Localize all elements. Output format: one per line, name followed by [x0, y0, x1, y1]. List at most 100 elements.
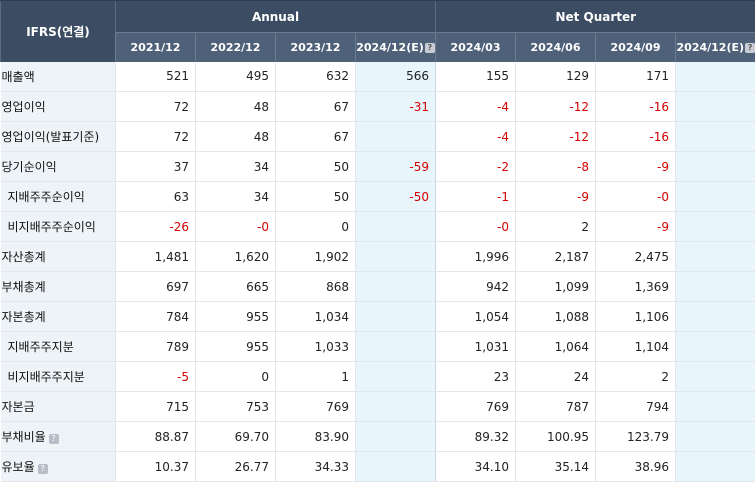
- annual-value-cell: [354, 451, 436, 482]
- quarter-value-cell: 38.96: [595, 451, 676, 482]
- annual-value-cell: -26: [115, 211, 196, 242]
- table-row: 부채총계 697 665 868 942 1,099 1,369: [0, 271, 755, 302]
- quarter-value-cell: 787: [515, 391, 596, 422]
- ifrs-basis-header: IFRS(연결): [0, 0, 116, 62]
- quarter-value-cell: 2,475: [595, 241, 676, 272]
- quarter-value-cell: 89.32: [435, 421, 516, 452]
- annual-period-header: 2022/12: [195, 32, 276, 62]
- quarter-value-cell: 1,031: [435, 331, 516, 362]
- annual-value-cell: 566: [354, 61, 436, 92]
- annual-value-cell: 88.87: [115, 421, 196, 452]
- row-label-text: 지배주주순이익: [7, 190, 85, 204]
- row-label-text: 유보율: [1, 460, 35, 474]
- quarter-value-cell: 2,187: [515, 241, 596, 272]
- row-label-text: 매출액: [1, 69, 35, 84]
- quarter-value-cell: 2: [515, 211, 596, 242]
- quarter-value-cell: 1,996: [435, 241, 516, 272]
- row-label-text: 비지배주주순이익: [7, 220, 96, 234]
- row-label-text: 영업이익(발표기준): [1, 130, 100, 144]
- annual-value-cell: 69.70: [195, 421, 276, 452]
- quarter-value-cell: 1,054: [435, 301, 516, 332]
- period-label: 2022/12: [210, 40, 261, 54]
- quarter-value-cell: -0: [595, 181, 676, 212]
- annual-value-cell: 10.37: [115, 451, 196, 482]
- table-row: 영업이익(발표기준) 72 48 67 -4 -12 -16: [0, 121, 755, 152]
- quarter-value-cell: -1: [435, 181, 516, 212]
- quarter-value-cell: 769: [435, 391, 516, 422]
- row-label-text: 당기순이익: [1, 160, 57, 174]
- annual-value-cell: 753: [195, 391, 276, 422]
- period-label: 2023/12: [290, 40, 341, 54]
- quarter-value-cell: 1,104: [595, 331, 676, 362]
- quarter-value-cell: -9: [595, 211, 676, 242]
- quarter-value-cell: [675, 211, 755, 242]
- table-row: 자산총계 1,481 1,620 1,902 1,996 2,187 2,475: [0, 241, 755, 272]
- question-mark-icon[interactable]: ?: [37, 464, 48, 474]
- table-row: 자본금 715 753 769 769 787 794: [0, 391, 755, 422]
- annual-value-cell: 0: [195, 361, 276, 392]
- annual-value-cell: 868: [275, 271, 356, 302]
- annual-value-cell: 0: [275, 211, 356, 242]
- table-row: 유보율? 10.37 26.77 34.33 34.10 35.14 38.96: [0, 451, 755, 482]
- quarter-value-cell: -4: [435, 121, 516, 152]
- annual-value-cell: -5: [115, 361, 196, 392]
- annual-value-cell: 632: [275, 61, 356, 92]
- annual-value-cell: 521: [115, 61, 196, 92]
- quarter-value-cell: -0: [435, 211, 516, 242]
- row-label: 영업이익: [0, 91, 116, 122]
- row-label: 유보율?: [0, 451, 116, 482]
- quarter-value-cell: 1,099: [515, 271, 596, 302]
- quarter-value-cell: -9: [595, 151, 676, 182]
- annual-value-cell: -0: [195, 211, 276, 242]
- row-label: 매출액: [0, 61, 116, 92]
- table-row: 자본총계 784 955 1,034 1,054 1,088 1,106: [0, 301, 755, 332]
- quarter-value-cell: 1,106: [595, 301, 676, 332]
- annual-value-cell: 37: [115, 151, 196, 182]
- question-mark-icon[interactable]: ?: [424, 42, 435, 53]
- quarter-value-cell: [675, 121, 755, 152]
- quarter-value-cell: [675, 271, 755, 302]
- quarter-value-cell: [675, 391, 755, 422]
- row-label: 영업이익(발표기준): [0, 121, 116, 152]
- quarter-value-cell: [675, 451, 755, 482]
- row-label: 부채총계: [0, 271, 116, 302]
- annual-value-cell: [354, 271, 436, 302]
- row-label: 자본금: [0, 391, 116, 422]
- table-row: 부채비율? 88.87 69.70 83.90 89.32 100.95 123.79: [0, 421, 755, 452]
- annual-value-cell: 1,481: [115, 241, 196, 272]
- annual-value-cell: [354, 241, 436, 272]
- annual-value-cell: [354, 361, 436, 392]
- quarter-value-cell: -12: [515, 121, 596, 152]
- quarter-value-cell: -2: [435, 151, 516, 182]
- row-label: 비지배주주지분: [0, 361, 116, 392]
- quarter-value-cell: 100.95: [515, 421, 596, 452]
- table-row: 지배주주순이익 63 34 50 -50 -1 -9 -0: [0, 181, 755, 212]
- row-label-text: 영업이익: [1, 100, 46, 114]
- quarter-value-cell: 171: [595, 61, 676, 92]
- question-mark-icon[interactable]: ?: [48, 434, 59, 444]
- annual-value-cell: 784: [115, 301, 196, 332]
- quarter-value-cell: 1,064: [515, 331, 596, 362]
- quarter-group-header: Net Quarter: [435, 0, 755, 33]
- quarter-value-cell: 1,369: [595, 271, 676, 302]
- annual-period-header: 2023/12: [275, 32, 356, 62]
- annual-group-header: Annual: [114, 0, 436, 33]
- period-label: 2021/12: [130, 40, 181, 54]
- annual-value-cell: -31: [354, 91, 436, 122]
- annual-value-cell: 34: [195, 181, 276, 212]
- question-mark-icon[interactable]: ?: [745, 42, 755, 53]
- annual-value-cell: 50: [275, 151, 356, 182]
- row-label-text: 자본금: [1, 400, 35, 414]
- period-label: 2024/12(E): [356, 40, 424, 54]
- annual-value-cell: 67: [275, 91, 356, 122]
- quarter-value-cell: -9: [515, 181, 596, 212]
- annual-value-cell: 769: [275, 391, 356, 422]
- quarter-value-cell: [675, 151, 755, 182]
- quarter-period-header: 2024/03: [435, 32, 516, 62]
- annual-value-cell: [354, 211, 436, 242]
- annual-value-cell: [354, 391, 436, 422]
- row-label-text: 부채총계: [1, 280, 46, 294]
- annual-value-cell: 955: [195, 331, 276, 362]
- annual-value-cell: 955: [195, 301, 276, 332]
- annual-value-cell: 67: [275, 121, 356, 152]
